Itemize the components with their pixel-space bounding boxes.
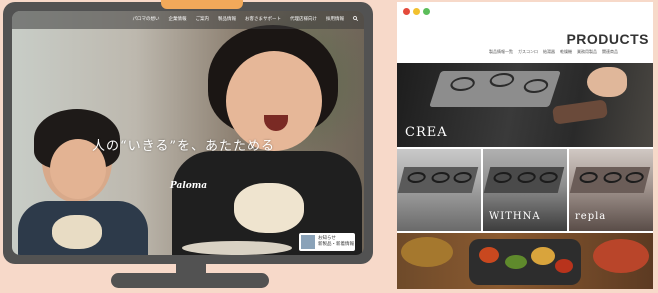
burner-icon bbox=[430, 172, 451, 183]
window-maximize-dot[interactable] bbox=[423, 8, 430, 15]
stove-image bbox=[569, 167, 651, 193]
product-card-withna[interactable]: WITHNA bbox=[483, 149, 567, 231]
burner-icon bbox=[406, 172, 427, 183]
products-heading: PRODUCTS bbox=[566, 31, 649, 47]
burner-icon bbox=[492, 172, 513, 183]
burner-icon bbox=[538, 172, 559, 183]
news-thumbnail bbox=[301, 235, 315, 249]
browser-window: PRODUCTS 製品情報一覧 ガスコンロ 給湯器 乾燥機 業務用製品 関連商品… bbox=[397, 2, 653, 289]
product-card-repla[interactable]: repla bbox=[569, 149, 653, 231]
vegetable-image bbox=[505, 255, 527, 269]
paloma-logo[interactable]: Paloma bbox=[170, 181, 207, 191]
nav-item-support[interactable]: お客さまサポート bbox=[245, 16, 281, 23]
nav-item-products[interactable]: 製品情報 bbox=[218, 16, 236, 23]
news-banner[interactable]: お知らせ 新製品・新着情報 bbox=[299, 233, 355, 251]
burner-icon bbox=[448, 77, 477, 91]
site-navbar: パロマの想い 企業情報 ご案内 製品情報 お客さまサポート 代理店様向け 採用情… bbox=[12, 11, 364, 29]
stove-image bbox=[429, 71, 561, 107]
stove-image bbox=[483, 167, 565, 193]
burner-icon bbox=[578, 172, 599, 183]
window-close-dot[interactable] bbox=[403, 8, 410, 15]
product-name-withna: WITHNA bbox=[489, 211, 541, 222]
vegetable-image bbox=[479, 247, 499, 263]
monitor-stand-base bbox=[111, 273, 269, 288]
nav-item-recruit[interactable]: 採用情報 bbox=[326, 16, 344, 23]
desktop-site-screen: パロマの想い 企業情報 ご案内 製品情報 お客さまサポート 代理店様向け 採用情… bbox=[12, 11, 364, 255]
nav-item-guide[interactable]: ご案内 bbox=[196, 16, 210, 23]
product-name-crea: CREA bbox=[405, 125, 448, 140]
burner-icon bbox=[521, 79, 551, 93]
burner-icon bbox=[602, 172, 623, 183]
filter-all[interactable]: 製品情報一覧 bbox=[489, 49, 513, 55]
monitor-camera-notch bbox=[161, 0, 243, 9]
nav-item-philosophy[interactable]: パロマの想い bbox=[133, 16, 160, 23]
vegetable-image bbox=[555, 259, 573, 273]
stove-image bbox=[397, 167, 479, 193]
product-name-repla: repla bbox=[575, 211, 607, 222]
nav-menu: パロマの想い 企業情報 ご案内 製品情報 お客さまサポート 代理店様向け 採用情… bbox=[133, 16, 359, 23]
product-grid: WITHNA repla bbox=[397, 149, 653, 231]
hero-tagline: 人の“いきる”を、あたためる bbox=[92, 139, 276, 154]
filter-water-heater[interactable]: 給湯器 bbox=[543, 49, 555, 55]
desktop-monitor: パロマの想い 企業情報 ご案内 製品情報 お客さまサポート 代理店様向け 採用情… bbox=[3, 0, 373, 264]
crea-banner[interactable]: CREA bbox=[397, 63, 653, 147]
nav-item-company[interactable]: 企業情報 bbox=[169, 16, 187, 23]
product-card-1[interactable] bbox=[397, 149, 481, 231]
food-banner[interactable] bbox=[397, 233, 653, 289]
news-line-2: 新製品・新着情報 bbox=[318, 242, 354, 247]
hero-photo bbox=[12, 11, 364, 255]
grill-dish-image bbox=[469, 239, 581, 285]
side-dish-image bbox=[593, 239, 649, 273]
dough-left bbox=[52, 215, 102, 249]
nav-item-dealers[interactable]: 代理店様向け bbox=[290, 16, 317, 23]
filter-commercial[interactable]: 業務用製品 bbox=[577, 49, 597, 55]
burner-icon bbox=[624, 172, 645, 183]
window-minimize-dot[interactable] bbox=[413, 8, 420, 15]
dough-right bbox=[234, 183, 304, 233]
filter-related[interactable]: 関連商品 bbox=[602, 49, 618, 55]
burner-icon bbox=[487, 73, 517, 87]
side-dish-image bbox=[401, 237, 453, 267]
hand-image bbox=[587, 67, 627, 97]
burner-icon bbox=[452, 172, 473, 183]
filter-dryer[interactable]: 乾燥機 bbox=[560, 49, 572, 55]
news-text: お知らせ 新製品・新着情報 bbox=[318, 236, 354, 248]
vegetable-image bbox=[531, 247, 555, 265]
filter-cooktop[interactable]: ガスコンロ bbox=[518, 49, 538, 55]
grill-pan-image bbox=[552, 99, 608, 125]
product-category-filters: 製品情報一覧 ガスコンロ 給湯器 乾燥機 業務用製品 関連商品 bbox=[489, 49, 618, 55]
burner-icon bbox=[516, 172, 537, 183]
search-icon[interactable] bbox=[353, 16, 359, 23]
table-bowl bbox=[182, 241, 292, 255]
